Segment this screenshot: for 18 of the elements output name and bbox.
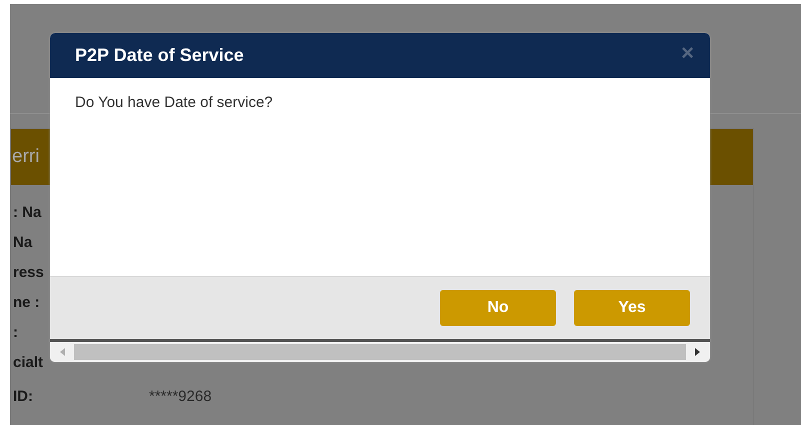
dialog-message: Do You have Date of service? [75,94,273,111]
field-label: : Na [12,204,42,220]
scrollbar-thumb[interactable] [74,344,686,360]
field-label: ID: [12,388,34,404]
field-value: *****9268 [149,388,212,404]
scroll-left-icon[interactable] [58,347,68,357]
dialog-title: P2P Date of Service [75,45,244,66]
dialog-button[interactable]: No [440,290,556,326]
scroll-right-icon[interactable] [692,347,702,357]
field-label: Na [12,234,34,250]
scrollbar[interactable] [50,342,710,362]
field-label: ress [12,264,45,280]
field-label: : [12,324,19,340]
field-label: cialt [12,354,44,370]
field-label: ne : [12,294,41,310]
dialog-button[interactable]: Yes [574,290,690,326]
close-button[interactable]: × [681,42,694,64]
panel-title: erri [11,146,40,168]
